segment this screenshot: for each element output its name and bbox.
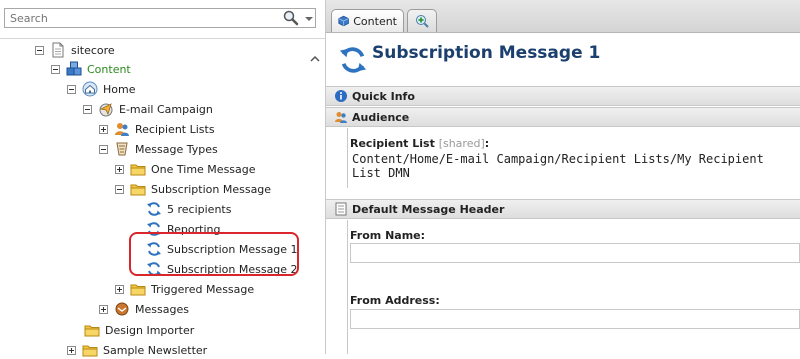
search-input[interactable] bbox=[4, 8, 316, 28]
search-icon[interactable] bbox=[282, 10, 300, 26]
tree-item-label: Home bbox=[103, 82, 136, 96]
tree-item-label: One Time Message bbox=[151, 162, 256, 176]
tree-item-label: 5 recipients bbox=[167, 202, 232, 216]
section-indent-line bbox=[347, 128, 348, 188]
content-editor: Content Subscription Message 1 Quick Inf… bbox=[326, 0, 800, 354]
tree-item-email-campaign[interactable]: E-mail Campaign bbox=[83, 100, 213, 118]
collapse-toggle[interactable] bbox=[83, 104, 92, 114]
search-bar bbox=[4, 8, 320, 30]
content-cubes-icon bbox=[66, 61, 82, 76]
tree-item-label: Message Types bbox=[135, 142, 218, 156]
collapse-toggle[interactable] bbox=[67, 84, 76, 94]
recipients-icon bbox=[115, 123, 129, 136]
tree-item-5-recipients[interactable]: 5 recipients bbox=[131, 200, 231, 218]
tree-item-one-time-message[interactable]: One Time Message bbox=[115, 160, 256, 178]
add-tab-button[interactable] bbox=[407, 9, 437, 32]
content-cube-icon bbox=[338, 15, 349, 27]
tree-item-sample-newsletter[interactable]: Sample Newsletter bbox=[67, 341, 207, 359]
from-name-field[interactable] bbox=[350, 243, 800, 263]
folder-icon bbox=[130, 164, 146, 176]
content-tree-panel: sitecore Content Home bbox=[0, 0, 326, 357]
tab-content[interactable]: Content bbox=[331, 9, 404, 32]
field-label-text: Recipient List bbox=[350, 137, 435, 150]
from-name-label: From Name: bbox=[350, 229, 426, 242]
tree-item-label: Design Importer bbox=[105, 323, 195, 337]
tree-item-recipient-lists[interactable]: Recipient Lists bbox=[99, 120, 215, 138]
chevron-down-icon[interactable] bbox=[304, 14, 314, 24]
shared-tag: [shared] bbox=[438, 137, 485, 150]
tree-item-triggered-message[interactable]: Triggered Message bbox=[115, 280, 254, 298]
scroll-up-icon[interactable] bbox=[309, 53, 321, 65]
editor-tab-bar: Content bbox=[326, 0, 800, 33]
document-icon bbox=[52, 42, 64, 58]
tree-item-label: E-mail Campaign bbox=[119, 102, 213, 116]
section-quick-info[interactable]: Quick Info bbox=[326, 86, 800, 106]
editor-header: Subscription Message 1 bbox=[326, 33, 800, 85]
recipient-list-label: Recipient List [shared]: bbox=[350, 137, 489, 150]
folder-icon bbox=[82, 345, 98, 357]
tree-item-design-importer[interactable]: Design Importer bbox=[84, 321, 194, 339]
messages-icon bbox=[115, 302, 129, 316]
folder-icon bbox=[130, 284, 146, 296]
expand-toggle[interactable] bbox=[99, 124, 108, 134]
tree-item-label: Recipient Lists bbox=[135, 122, 215, 136]
folder-icon bbox=[84, 325, 100, 337]
folder-icon bbox=[130, 184, 146, 196]
tree-item-label: sitecore bbox=[71, 43, 115, 57]
tree-item-label: Subscription Message bbox=[151, 182, 272, 196]
page-title: Subscription Message 1 bbox=[372, 43, 601, 63]
section-audience[interactable]: Audience bbox=[326, 107, 800, 127]
add-tab-icon bbox=[416, 15, 429, 28]
from-address-field[interactable] bbox=[350, 309, 800, 329]
expand-toggle[interactable] bbox=[67, 345, 76, 355]
section-label: Audience bbox=[352, 110, 410, 124]
tree-item-label: Sample Newsletter bbox=[103, 343, 208, 357]
email-campaign-icon bbox=[99, 103, 113, 117]
tree-item-label: Triggered Message bbox=[151, 282, 255, 296]
section-label: Quick Info bbox=[352, 89, 415, 103]
expand-toggle[interactable] bbox=[115, 284, 124, 294]
tree-item-label: Messages bbox=[135, 302, 189, 316]
audience-icon bbox=[335, 112, 347, 123]
expand-toggle[interactable] bbox=[115, 164, 124, 174]
message-refresh-icon bbox=[339, 47, 367, 73]
tree-item-subscription-message[interactable]: Subscription Message bbox=[115, 180, 271, 198]
from-address-label: From Address: bbox=[350, 294, 440, 307]
tree-item-message-types[interactable]: Message Types bbox=[99, 140, 218, 158]
message-types-icon bbox=[116, 142, 128, 156]
tree-item-sitecore[interactable]: sitecore bbox=[35, 41, 115, 59]
tree-item-home[interactable]: Home bbox=[67, 80, 135, 98]
section-indent-line bbox=[347, 220, 348, 354]
expand-toggle[interactable] bbox=[99, 304, 108, 314]
tree-item-messages[interactable]: Messages bbox=[99, 300, 189, 318]
tree-item-label: Content bbox=[87, 62, 131, 76]
highlight-annotation bbox=[129, 232, 299, 276]
content-tree: sitecore Content Home E-mail Campaign Re… bbox=[0, 38, 325, 357]
home-icon bbox=[82, 81, 98, 97]
message-refresh-icon bbox=[147, 202, 161, 216]
collapse-toggle[interactable] bbox=[51, 64, 60, 74]
recipient-list-field[interactable]: Content/Home/E-mail Campaign/Recipient L… bbox=[350, 150, 800, 180]
section-default-message-header[interactable]: Default Message Header bbox=[326, 199, 800, 219]
field-label-colon: : bbox=[484, 137, 490, 150]
document-icon bbox=[335, 202, 347, 216]
collapse-toggle[interactable] bbox=[99, 144, 108, 154]
section-label: Default Message Header bbox=[352, 202, 505, 216]
collapse-toggle[interactable] bbox=[115, 184, 124, 194]
collapse-toggle[interactable] bbox=[35, 45, 44, 55]
tree-item-content[interactable]: Content bbox=[51, 60, 131, 78]
tab-label: Content bbox=[353, 14, 397, 28]
info-icon bbox=[335, 90, 347, 102]
